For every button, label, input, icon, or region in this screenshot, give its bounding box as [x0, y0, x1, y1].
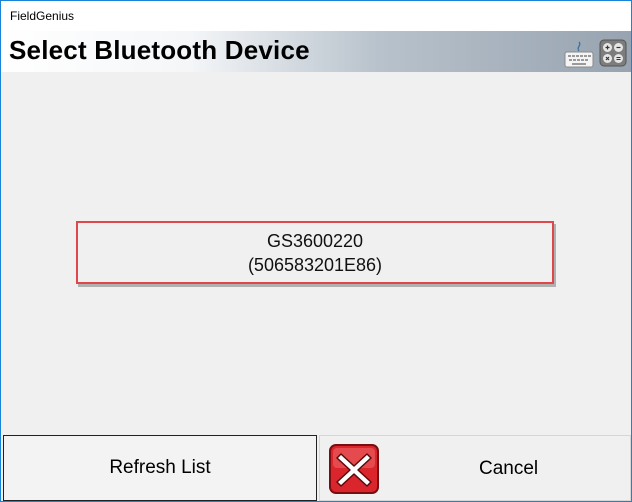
device-list-item[interactable]: GS3600220 (506583201E86) [76, 221, 554, 284]
refresh-list-button[interactable]: Refresh List [3, 435, 317, 501]
calculator-icon[interactable] [599, 39, 627, 67]
cancel-label: Cancel [479, 458, 539, 479]
app-window: FieldGenius Select Bluetooth Device GS36… [0, 0, 632, 502]
device-name: GS3600220 [266, 230, 364, 251]
device-address: (506583201E86) [247, 254, 383, 275]
window-title: FieldGenius [10, 9, 75, 23]
cancel-button[interactable]: Cancel [319, 435, 631, 501]
cancel-x-icon [329, 444, 379, 494]
keyboard-icon[interactable] [564, 39, 594, 69]
window-titlebar: FieldGenius [1, 1, 631, 31]
page-header: Select Bluetooth Device [1, 31, 631, 72]
refresh-list-label: Refresh List [109, 457, 211, 478]
page-title: Select Bluetooth Device [9, 35, 310, 65]
